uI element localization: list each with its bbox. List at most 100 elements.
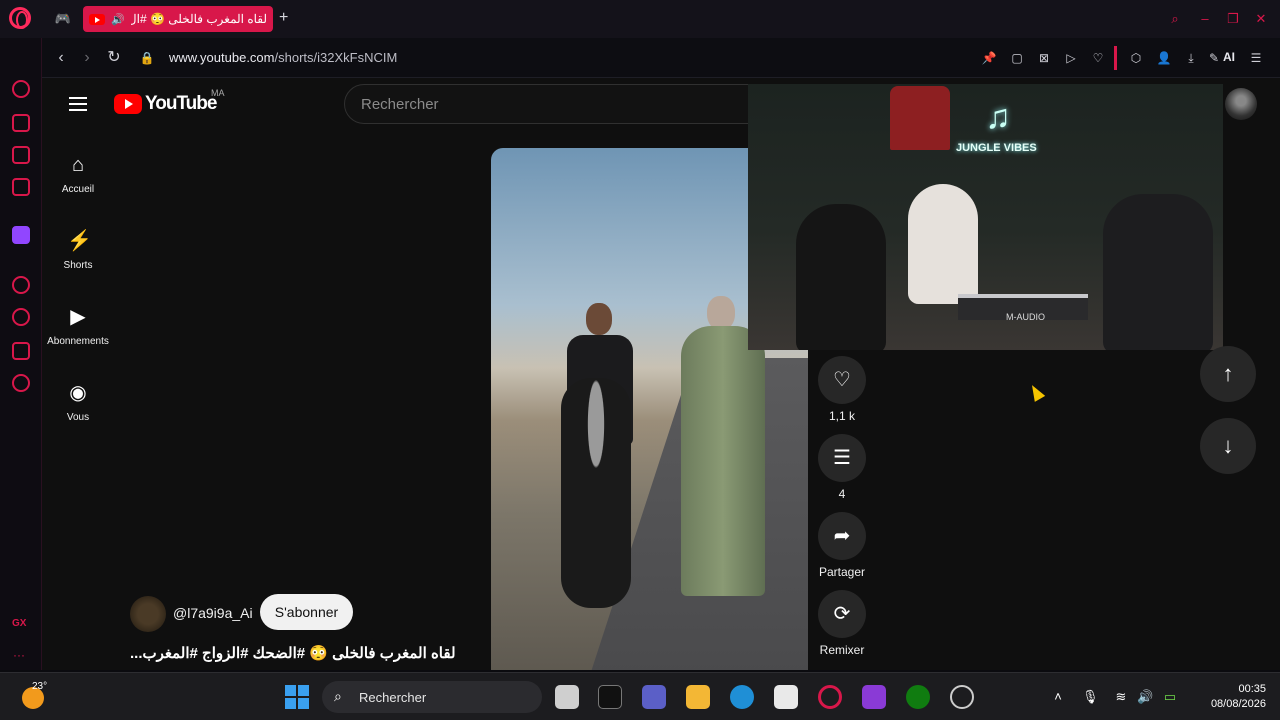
hamburger-menu-icon[interactable] — [69, 97, 87, 111]
xbox-icon[interactable] — [906, 685, 930, 709]
guide-item-home[interactable]: ⌂ Accueil — [42, 154, 114, 195]
pin-icon[interactable]: 📌 — [981, 50, 997, 66]
youtube-wordmark[interactable]: YouTube — [145, 93, 217, 115]
remix-label: Remixer — [819, 643, 865, 657]
comment-count: 4 — [838, 487, 846, 501]
profile-icon[interactable]: 👤 — [1156, 50, 1172, 66]
volume-icon[interactable]: 🔊 — [1137, 689, 1153, 705]
play-extension-icon[interactable]: ▷ — [1063, 50, 1079, 66]
taskbar-search-input[interactable]: ⌕ Rechercher — [322, 681, 542, 713]
obs-icon[interactable] — [950, 685, 974, 709]
channel-name[interactable]: @l7a9i9a_Ai — [173, 605, 253, 621]
clock-date: 08/08/2026 — [1210, 698, 1266, 710]
forward-button[interactable]: › — [78, 48, 96, 68]
download-icon[interactable]: ⤓ — [1183, 50, 1199, 66]
channel-avatar[interactable] — [130, 596, 166, 632]
taskbar-clock[interactable]: 00:35 08/08/2026 — [1196, 682, 1266, 712]
history-icon[interactable] — [12, 308, 30, 326]
guide-item-subscriptions[interactable]: ▶ Abonnements — [42, 306, 114, 347]
address-bar: ‹ › ↻ 🔒 www.youtube.com/shorts/i32XkFsNC… — [42, 38, 1280, 78]
country-code: MA — [211, 88, 225, 98]
reload-button[interactable]: ↻ — [105, 48, 123, 68]
back-button[interactable]: ‹ — [52, 48, 70, 68]
ai-label[interactable]: AI — [1223, 50, 1235, 64]
guide-label: Shorts — [63, 260, 93, 271]
chevron-up-icon[interactable]: ˄ — [1050, 689, 1066, 705]
subscriptions-icon: ▶ — [70, 306, 86, 328]
share-label: Partager — [818, 565, 866, 579]
settings-icon[interactable] — [12, 374, 30, 392]
clock-time: 00:35 — [1238, 683, 1266, 695]
gx-badge-icon[interactable]: GX — [12, 618, 26, 629]
twitch-icon[interactable] — [12, 226, 30, 244]
overlay-person — [1103, 194, 1213, 350]
taskbar-search-placeholder: Rechercher — [359, 690, 427, 705]
account-avatar[interactable] — [1225, 88, 1257, 120]
guide-label: Abonnements — [47, 336, 109, 347]
comments-button[interactable]: ☰ — [818, 434, 866, 482]
player-icon[interactable] — [12, 276, 30, 294]
search-placeholder: Rechercher — [361, 96, 439, 113]
like-button[interactable]: ♡ — [818, 356, 866, 404]
adblock-icon[interactable]: ⊠ — [1036, 50, 1052, 66]
edge-icon[interactable] — [730, 685, 754, 709]
heart-icon[interactable]: ♡ — [1090, 50, 1106, 66]
gx-cleaner-icon[interactable] — [12, 114, 30, 132]
overlay-jersey — [890, 86, 950, 150]
lock-icon[interactable]: 🔒 — [138, 48, 156, 68]
maximize-icon[interactable]: ❐ — [1224, 10, 1242, 28]
teams-icon[interactable] — [642, 685, 666, 709]
gx-corner-icon[interactable] — [12, 146, 30, 164]
aria-icon[interactable]: ✎ — [1206, 50, 1222, 66]
search-icon: ⌕ — [334, 688, 342, 704]
fc25-app-icon[interactable] — [598, 685, 622, 709]
battery-icon[interactable]: ▭ — [1162, 689, 1178, 705]
menu-icon[interactable]: ☰ — [1248, 50, 1264, 66]
toolbar-divider — [1114, 46, 1117, 70]
search-tabs-icon[interactable]: ⌕ — [1166, 10, 1184, 28]
puzzle-icon[interactable]: ⬡ — [1128, 50, 1144, 66]
opera-gx-taskbar-icon[interactable] — [818, 685, 842, 709]
close-window-icon[interactable]: ✕ — [1252, 10, 1270, 28]
browser-sidebar: GX ··· — [0, 38, 42, 670]
guide-item-shorts[interactable]: ⚡ Shorts — [42, 230, 114, 271]
gx-control-icon[interactable] — [12, 80, 30, 98]
screen: 🎮 لقاه المغرب فالخلى 😳 #ال 🔊 + ⌕ – ❐ ✕ G… — [0, 0, 1280, 720]
arrow-down-icon: ↓ — [1222, 433, 1234, 458]
remix-button[interactable]: ⟳ — [818, 590, 866, 638]
video-motorcycle — [561, 378, 631, 608]
next-short-button[interactable]: ↓ — [1200, 418, 1256, 474]
app-icon[interactable] — [862, 685, 886, 709]
guide-label: Accueil — [61, 184, 95, 195]
previous-short-button[interactable]: ↑ — [1200, 346, 1256, 402]
subscribe-button[interactable]: S'abonner — [260, 594, 353, 630]
microsoft-store-icon[interactable] — [774, 685, 798, 709]
short-title[interactable]: لقاه المغرب فالخلى 😳 #الضحك #الزواج #الم… — [130, 644, 475, 662]
youtube-favicon-icon — [89, 13, 105, 25]
youtube-logo-icon[interactable] — [114, 94, 142, 114]
new-tab-button[interactable]: + — [279, 9, 293, 27]
mouse-cursor-icon — [1026, 382, 1046, 402]
more-options-icon[interactable]: ··· — [13, 648, 25, 662]
task-view-icon[interactable] — [555, 685, 579, 709]
file-explorer-icon[interactable] — [686, 685, 710, 709]
wifi-icon[interactable]: ≋ — [1113, 689, 1129, 705]
you-icon: ◉ — [69, 382, 87, 404]
share-button[interactable]: ➦ — [818, 512, 866, 560]
extensions-icon[interactable] — [12, 342, 30, 360]
url-field[interactable]: www.youtube.com/shorts/i32XkFsNCIM — [169, 50, 397, 65]
overlay-neon-text: JUNGLE VIBES — [956, 142, 1037, 154]
browser-tab-active[interactable]: لقاه المغرب فالخلى 😳 #ال 🔊 — [83, 6, 273, 32]
snapshot-icon[interactable]: ▢ — [1009, 50, 1025, 66]
start-button[interactable] — [285, 685, 309, 709]
windows-taskbar: 23° ⌕ Rechercher ˄ 🎙 ≋ 🔊 ▭ 00:35 08/08/2… — [0, 672, 1280, 720]
speaker-icon[interactable]: 🔊 — [111, 13, 125, 26]
guide-item-you[interactable]: ◉ Vous — [42, 382, 114, 423]
minimize-icon[interactable]: – — [1196, 10, 1214, 28]
music-player-icon[interactable] — [12, 178, 30, 196]
search-input[interactable]: Rechercher — [344, 84, 764, 124]
microphone-icon[interactable]: 🎙 — [1082, 689, 1099, 705]
gamepad-icon[interactable]: 🎮 — [54, 10, 72, 28]
arrow-up-icon: ↑ — [1222, 361, 1234, 386]
opera-logo-icon[interactable] — [9, 7, 31, 29]
